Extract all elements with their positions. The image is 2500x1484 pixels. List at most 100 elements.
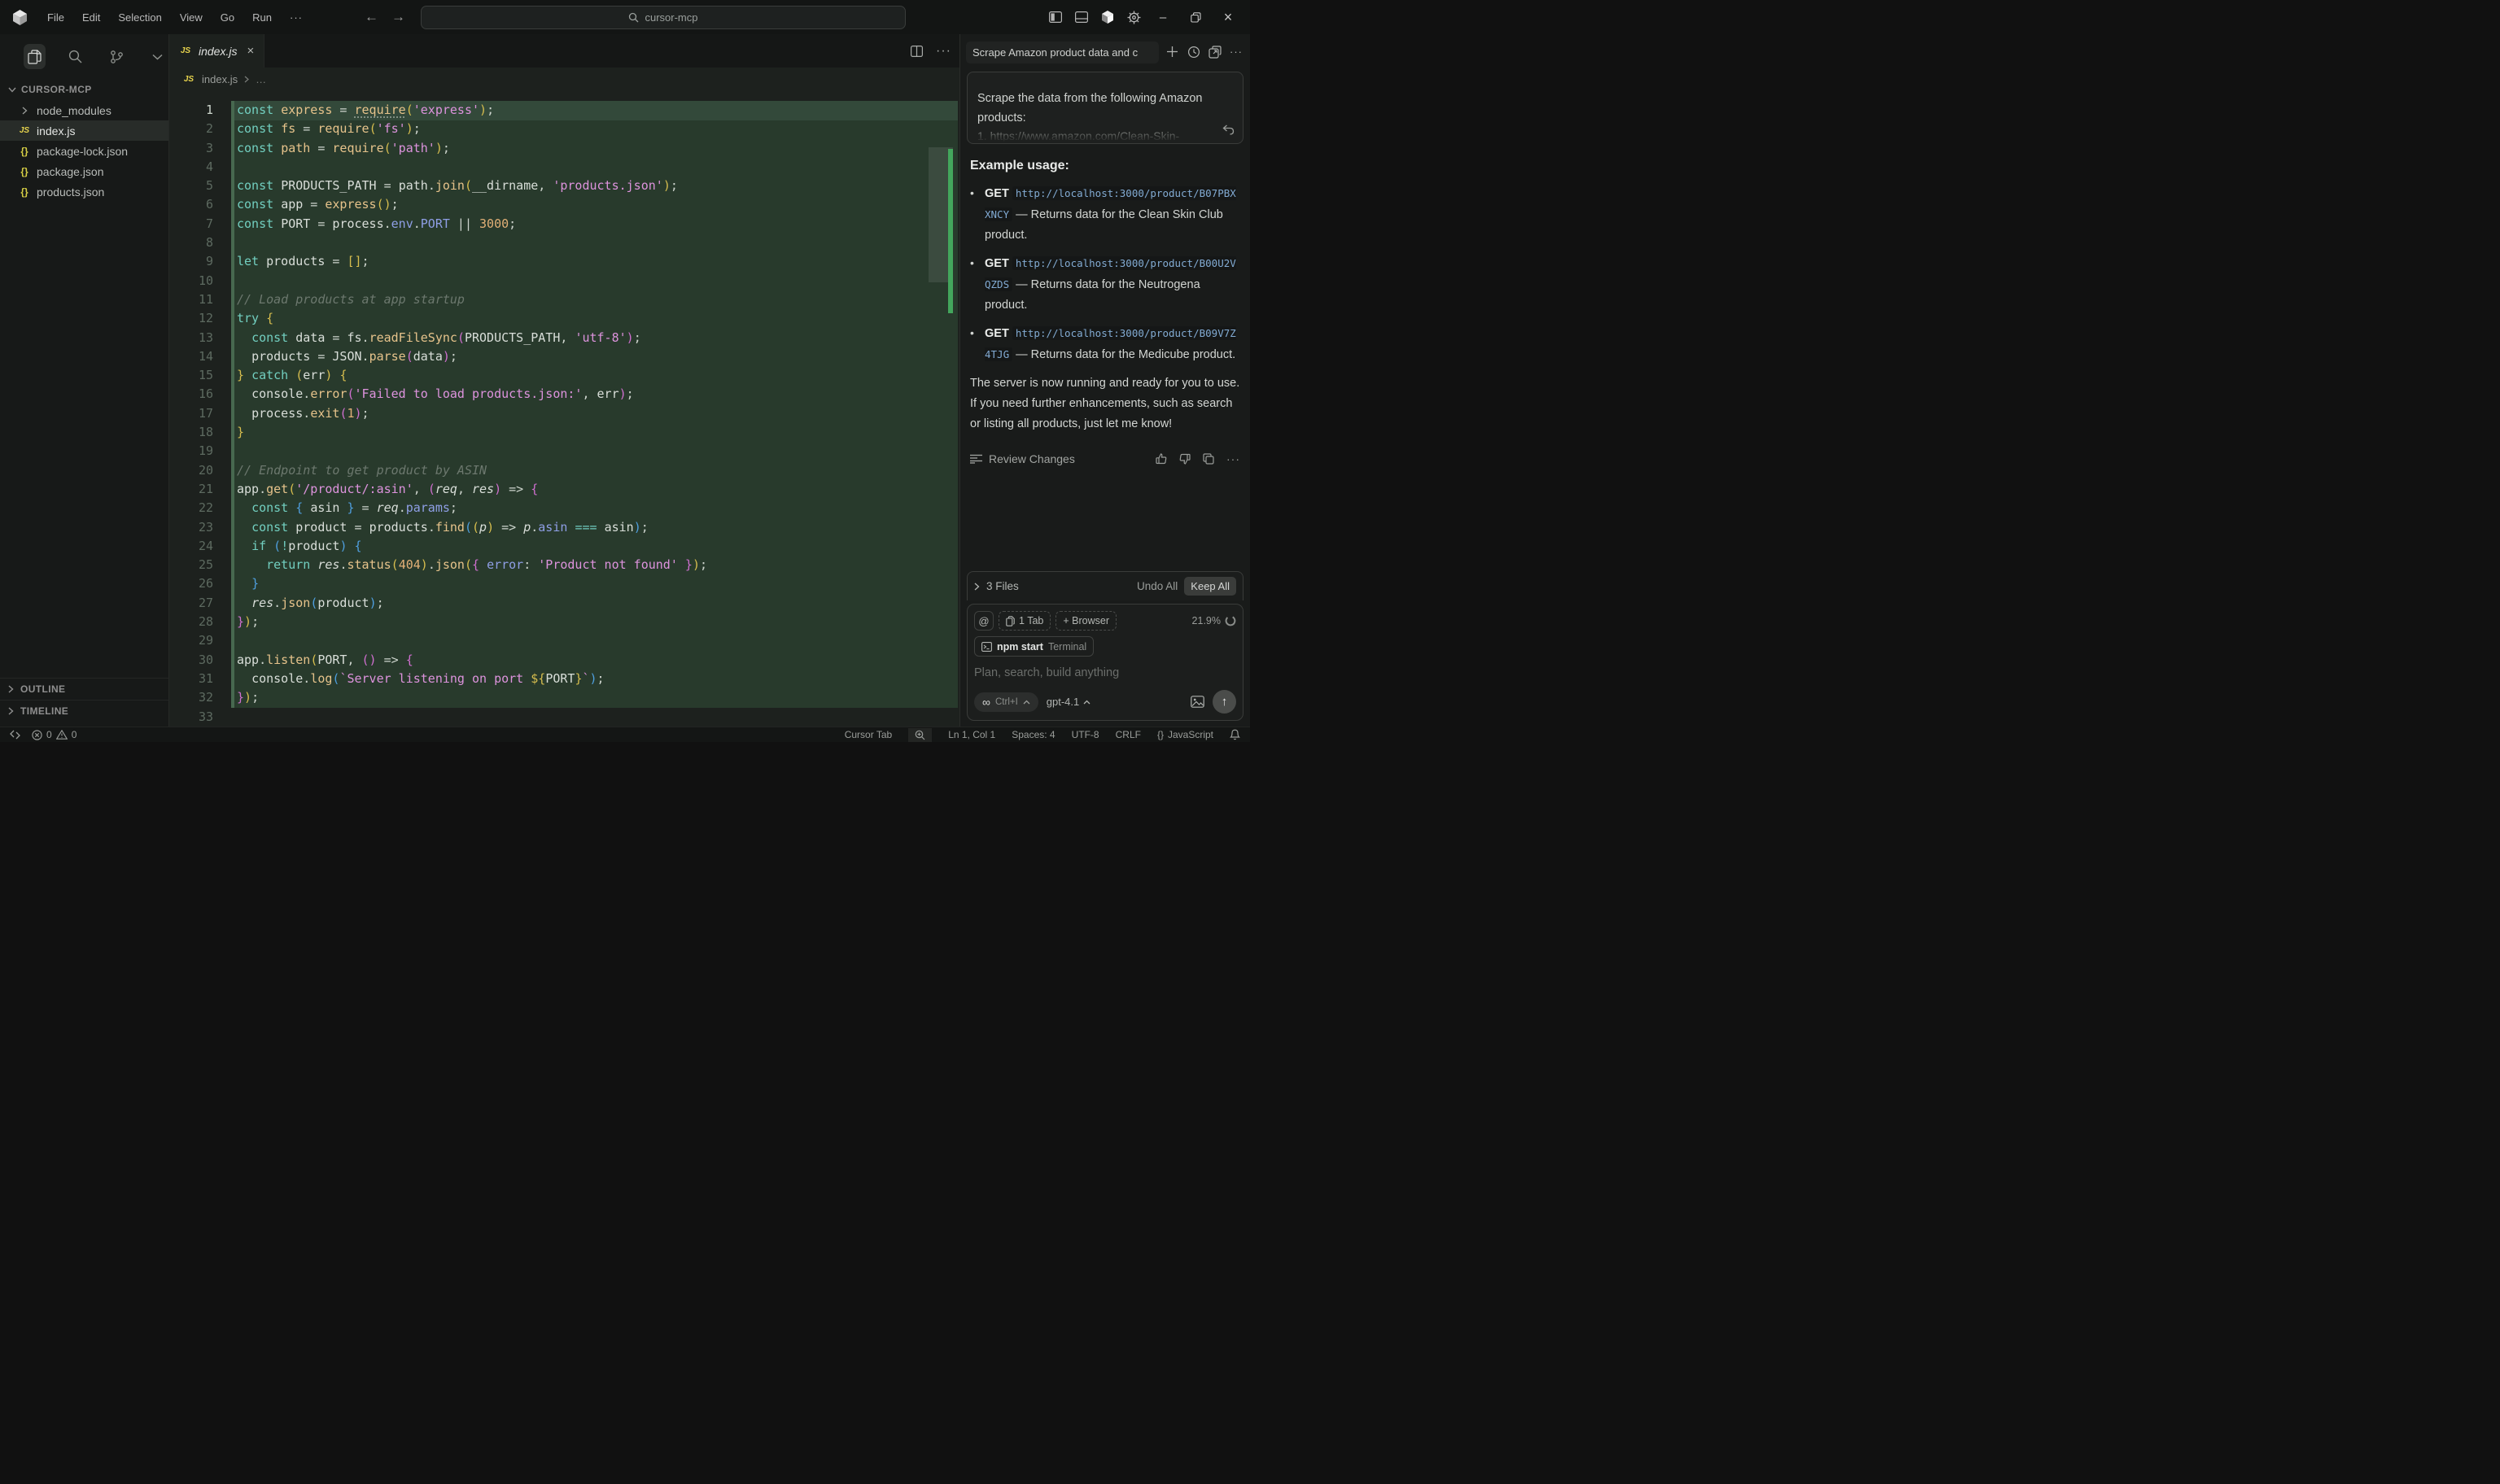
explorer-icon[interactable] bbox=[24, 44, 46, 69]
cursor-tab-status[interactable]: Cursor Tab bbox=[845, 729, 892, 740]
remote-indicator-icon[interactable] bbox=[10, 730, 20, 740]
code-line-25: 25 return res.status(404).json({ error: … bbox=[169, 556, 959, 574]
breadcrumb-file[interactable]: index.js bbox=[202, 73, 238, 85]
file-item-index-js[interactable]: JSindex.js bbox=[0, 120, 168, 141]
editor-more-actions-icon[interactable]: ··· bbox=[936, 44, 951, 59]
line-number: 25 bbox=[169, 556, 213, 574]
new-chat-icon[interactable] bbox=[1166, 46, 1180, 59]
file-item-package-json[interactable]: {}package.json bbox=[0, 161, 168, 181]
user-message-truncated: 1. https://www.amazon.com/Clean-Skin- bbox=[977, 129, 1233, 142]
search-value: cursor-mcp bbox=[645, 11, 697, 24]
chat-input-card[interactable]: @ 1 Tab + Browser 21.9% npm start Termin… bbox=[967, 604, 1243, 721]
cursor-position-status[interactable]: Ln 1, Col 1 bbox=[948, 729, 995, 740]
tab-index-js[interactable]: JS index.js × bbox=[169, 34, 264, 68]
nav-forward-icon[interactable]: → bbox=[391, 9, 405, 25]
chevron-down-icon bbox=[8, 87, 16, 93]
open-chat-in-editor-icon[interactable] bbox=[1208, 46, 1222, 59]
cursor-ai-icon[interactable] bbox=[1100, 10, 1115, 24]
window-close-button[interactable]: × bbox=[1217, 7, 1239, 28]
sidebar-section-outline[interactable]: OUTLINE bbox=[0, 678, 168, 700]
chevron-right-icon bbox=[8, 685, 14, 693]
file-item-node-modules[interactable]: node_modules bbox=[0, 100, 168, 120]
file-item-products-json[interactable]: {}products.json bbox=[0, 181, 168, 202]
problems-indicator[interactable]: 0 0 bbox=[32, 729, 76, 740]
chevron-right-icon bbox=[18, 107, 31, 115]
code-line-30: 30app.listen(PORT, () => { bbox=[169, 651, 959, 670]
agent-mode-selector[interactable]: ∞ Ctrl+I bbox=[974, 692, 1038, 712]
tab-context-chip[interactable]: 1 Tab bbox=[999, 611, 1051, 631]
line-content: const express = require('express'); bbox=[237, 101, 494, 120]
indentation-status[interactable]: Spaces: 4 bbox=[1012, 729, 1055, 740]
activity-more-chevron-icon[interactable] bbox=[147, 44, 169, 69]
line-content: app.listen(PORT, () => { bbox=[237, 651, 413, 670]
restore-checkpoint-icon[interactable] bbox=[1222, 124, 1235, 135]
thumbs-up-icon[interactable] bbox=[1156, 453, 1167, 465]
breadcrumb-more[interactable]: … bbox=[256, 73, 266, 85]
window-minimize-button[interactable]: – bbox=[1152, 7, 1174, 28]
line-number: 3 bbox=[169, 139, 213, 158]
menu-view[interactable]: View bbox=[171, 11, 212, 24]
split-editor-icon[interactable] bbox=[911, 46, 923, 57]
undo-all-files-button[interactable]: Undo All bbox=[1137, 580, 1178, 592]
chat-more-icon[interactable]: ··· bbox=[1230, 46, 1243, 59]
model-selector[interactable]: gpt-4.1 bbox=[1047, 696, 1090, 708]
message-more-icon[interactable]: ··· bbox=[1226, 452, 1240, 465]
project-header[interactable]: CURSOR-MCP bbox=[0, 77, 168, 100]
line-content: let products = []; bbox=[237, 252, 369, 271]
chevron-right-icon bbox=[974, 583, 980, 591]
tab-close-icon[interactable]: × bbox=[247, 44, 254, 58]
toggle-panel-icon[interactable] bbox=[1074, 10, 1089, 24]
changed-files-bar[interactable]: 3 Files Undo All Keep All bbox=[967, 571, 1243, 600]
user-message-card[interactable]: Scrape the data from the following Amazo… bbox=[967, 72, 1243, 144]
copy-icon[interactable] bbox=[1203, 453, 1214, 465]
menu-edit[interactable]: Edit bbox=[73, 11, 109, 24]
sidebar: CURSOR-MCP node_modulesJSindex.js{}packa… bbox=[0, 34, 169, 727]
code-line-22: 22 const { asin } = req.params; bbox=[169, 499, 959, 517]
error-icon bbox=[32, 730, 42, 740]
sidebar-section-timeline[interactable]: TIMELINE bbox=[0, 700, 168, 722]
nav-back-icon[interactable]: ← bbox=[365, 9, 378, 25]
chevron-right-icon bbox=[244, 76, 249, 83]
browser-context-chip[interactable]: + Browser bbox=[1056, 611, 1117, 631]
thumbs-down-icon[interactable] bbox=[1179, 453, 1191, 465]
add-context-button[interactable]: @ bbox=[974, 611, 994, 631]
line-content: app.get('/product/:asin', (req, res) => … bbox=[237, 480, 538, 499]
file-item-package-lock-json[interactable]: {}package-lock.json bbox=[0, 141, 168, 161]
eol-status[interactable]: CRLF bbox=[1116, 729, 1141, 740]
js-file-icon: JS bbox=[18, 126, 31, 135]
toggle-sidebar-icon[interactable] bbox=[1048, 10, 1063, 24]
source-control-icon[interactable] bbox=[106, 44, 128, 69]
chat-input-placeholder[interactable]: Plan, search, build anything bbox=[974, 666, 1236, 679]
terminal-context-chip[interactable]: npm start Terminal bbox=[974, 636, 1094, 657]
chat-tab-title[interactable]: Scrape Amazon product data and c bbox=[966, 41, 1159, 63]
code-line-12: 12try { bbox=[169, 309, 959, 328]
menu-selection[interactable]: Selection bbox=[109, 11, 170, 24]
menu-more[interactable]: ··· bbox=[281, 11, 312, 24]
menu-file[interactable]: File bbox=[38, 11, 73, 24]
file-name: node_modules bbox=[37, 104, 111, 117]
code-editor[interactable]: 1const express = require('express');2con… bbox=[169, 90, 959, 727]
settings-gear-icon[interactable] bbox=[1126, 10, 1141, 24]
command-search-input[interactable]: cursor-mcp bbox=[421, 6, 906, 29]
menu-go[interactable]: Go bbox=[212, 11, 243, 24]
line-number: 29 bbox=[169, 631, 213, 650]
screencast-zoom-icon[interactable] bbox=[908, 728, 932, 742]
language-status[interactable]: {}JavaScript bbox=[1157, 729, 1213, 740]
code-line-16: 16 console.error('Failed to load product… bbox=[169, 385, 959, 404]
search-sidebar-icon[interactable] bbox=[65, 44, 87, 69]
status-bar: 0 0 Cursor Tab Ln 1, Col 1 Spaces: 4 UTF… bbox=[0, 727, 1250, 742]
breadcrumb[interactable]: JS index.js … bbox=[169, 68, 959, 90]
keep-all-files-button[interactable]: Keep All bbox=[1184, 577, 1236, 596]
review-changes-label[interactable]: Review Changes bbox=[989, 452, 1075, 465]
menu-run[interactable]: Run bbox=[243, 11, 281, 24]
chat-history-icon[interactable] bbox=[1187, 46, 1201, 59]
chat-panel-header: Scrape Amazon product data and c ··· bbox=[960, 34, 1250, 68]
send-button[interactable]: ↑ bbox=[1213, 690, 1236, 714]
encoding-status[interactable]: UTF-8 bbox=[1072, 729, 1099, 740]
line-number: 6 bbox=[169, 195, 213, 214]
window-restore-button[interactable] bbox=[1185, 7, 1206, 28]
notifications-bell-icon[interactable] bbox=[1230, 729, 1240, 740]
file-copy-icon bbox=[1006, 616, 1015, 626]
code-line-28: 28}); bbox=[169, 613, 959, 631]
attach-image-icon[interactable] bbox=[1191, 696, 1204, 708]
